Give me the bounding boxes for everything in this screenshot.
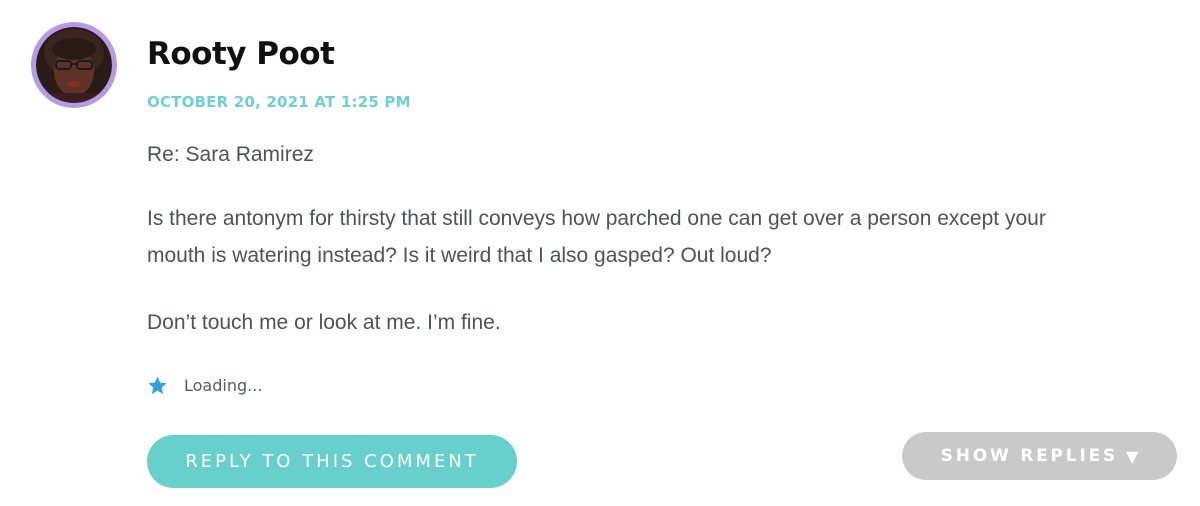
like-widget: Loading... — [147, 373, 262, 397]
comment-paragraph: mouth is watering instead? Is it weird t… — [147, 244, 772, 267]
comment-author: Rooty Poot — [147, 36, 335, 72]
comment-timestamp[interactable]: OCTOBER 20, 2021 AT 1:25 PM — [147, 92, 411, 112]
reply-button[interactable]: REPLY TO THIS COMMENT — [147, 435, 517, 488]
comment-paragraph: Is there antonym for thirsty that still … — [147, 207, 1046, 230]
triangle-down-icon: ▼ — [1126, 446, 1139, 466]
comment-avatar-ring — [31, 22, 117, 108]
comment-paragraph: Don’t touch me or look at me. I’m fine. — [147, 311, 501, 334]
show-replies-label: SHOW REPLIES — [940, 446, 1119, 466]
show-replies-button[interactable]: SHOW REPLIES ▼ — [902, 432, 1177, 480]
like-loading-text: Loading... — [184, 375, 263, 395]
comment-paragraph: Re: Sara Ramirez — [147, 143, 314, 166]
avatar — [36, 27, 112, 103]
star-icon[interactable] — [147, 375, 168, 396]
